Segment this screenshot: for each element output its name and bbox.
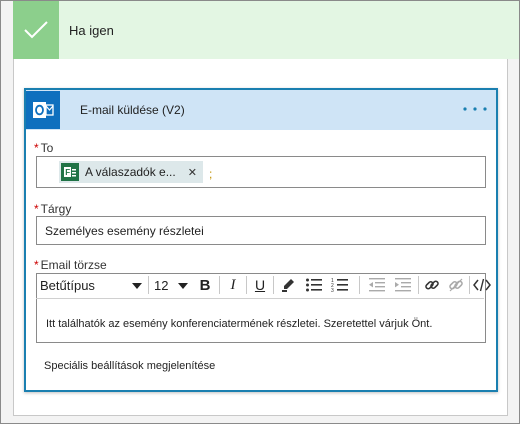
- numbered-list-icon[interactable]: 123: [328, 275, 352, 295]
- underline-icon[interactable]: U: [250, 275, 270, 295]
- outlook-icon: [26, 91, 60, 129]
- svg-text:3: 3: [331, 288, 334, 293]
- condition-yes-header[interactable]: Ha igen: [13, 1, 519, 59]
- recipient-separator: ;: [209, 167, 213, 181]
- body-label: * Email törzse: [34, 258, 111, 272]
- font-family-value: Betűtípus: [40, 277, 95, 293]
- link-icon[interactable]: [422, 275, 442, 295]
- increase-indent-icon[interactable]: [392, 275, 414, 295]
- to-field[interactable]: F A válaszadók e... ✕ ;: [36, 156, 486, 188]
- check-icon: [13, 1, 59, 59]
- svg-text:F: F: [65, 168, 70, 177]
- subject-label: * Tárgy: [34, 202, 76, 216]
- italic-icon[interactable]: I: [223, 275, 243, 295]
- font-family-select[interactable]: Betűtípus: [40, 275, 142, 295]
- highlight-icon[interactable]: [277, 275, 299, 295]
- font-size-select[interactable]: 12: [154, 275, 188, 295]
- chevron-down-icon: [178, 276, 188, 294]
- action-title: E-mail küldése (V2): [80, 103, 185, 117]
- recipient-token-label: A válaszadók e...: [85, 165, 176, 179]
- recipient-token[interactable]: F A válaszadók e... ✕: [59, 161, 203, 183]
- code-icon[interactable]: [470, 275, 494, 295]
- chevron-down-icon: [132, 276, 142, 294]
- show-advanced-options-link[interactable]: Speciális beállítások megjelenítése: [44, 360, 215, 372]
- body-toolbar: Betűtípus 12 B I U 123: [36, 273, 491, 299]
- close-icon[interactable]: ✕: [188, 166, 197, 179]
- body-text: Itt találhatók az esemény konferenciater…: [46, 318, 433, 330]
- bullet-list-icon[interactable]: [302, 275, 326, 295]
- more-icon[interactable]: [460, 102, 490, 116]
- subject-field[interactable]: Személyes esemény részletei: [36, 216, 486, 245]
- send-email-action-card: E-mail küldése (V2) * To F A válaszadók e…: [24, 88, 498, 392]
- action-header[interactable]: E-mail küldése (V2): [26, 90, 496, 130]
- subject-value: Személyes esemény részletei: [45, 224, 204, 238]
- condition-title: Ha igen: [69, 22, 114, 38]
- font-size-value: 12: [154, 277, 169, 293]
- to-label: * To: [34, 141, 58, 155]
- unlink-icon[interactable]: [446, 275, 466, 295]
- decrease-indent-icon[interactable]: [366, 275, 388, 295]
- bold-icon[interactable]: B: [194, 275, 216, 295]
- forms-icon: F: [61, 163, 79, 181]
